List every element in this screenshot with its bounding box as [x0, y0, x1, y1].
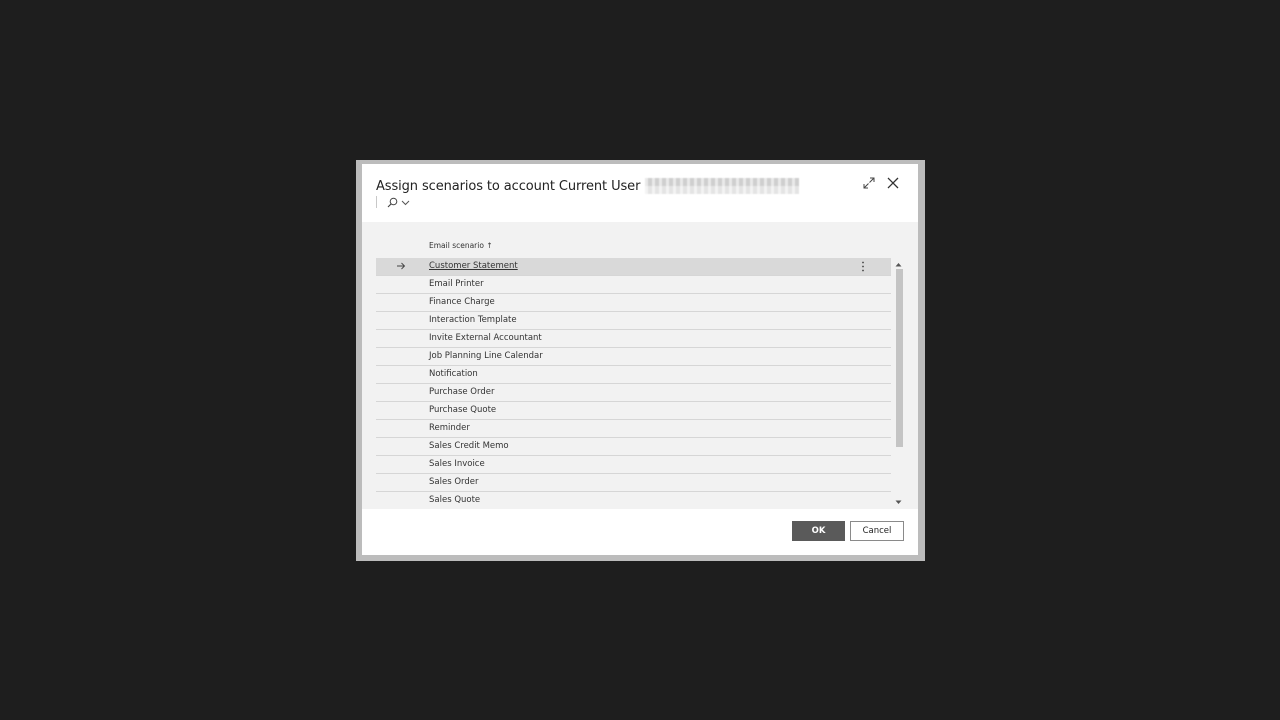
list-item-label: Purchase Quote: [429, 405, 497, 415]
list-item[interactable]: Sales Credit Memo: [376, 438, 891, 456]
dialog-footer: OK Cancel: [362, 509, 918, 555]
list-item[interactable]: Sales Quote: [376, 492, 891, 506]
list-item-label: Sales Quote: [429, 495, 481, 505]
toolbar-divider: [376, 196, 377, 208]
list-item-label[interactable]: Customer Statement: [429, 261, 518, 271]
list-item-label: Finance Charge: [429, 297, 495, 307]
dialog-header-actions: [862, 176, 900, 190]
list-item[interactable]: Reminder: [376, 420, 891, 438]
list-item-label: Notification: [429, 369, 478, 379]
list-item[interactable]: Purchase Quote: [376, 402, 891, 420]
list-item[interactable]: Sales Order: [376, 474, 891, 492]
dialog-header: Assign scenarios to account Current User: [376, 174, 800, 198]
expand-icon[interactable]: [862, 176, 876, 190]
list-item-label: Sales Order: [429, 477, 479, 487]
dialog-frame: Assign scenarios to account Current User: [356, 160, 925, 561]
redacted-email: [645, 178, 800, 194]
scroll-thumb[interactable]: [896, 269, 903, 447]
dialog-title: Assign scenarios to account Current User: [376, 178, 641, 194]
list-item[interactable]: Job Planning Line Calendar: [376, 348, 891, 366]
more-options-icon[interactable]: [860, 261, 866, 272]
scenario-list: Customer Statement Email Printer Finance C…: [376, 258, 891, 506]
close-icon[interactable]: [886, 176, 900, 190]
list-item[interactable]: Finance Charge: [376, 294, 891, 312]
chevron-down-icon: [401, 200, 410, 205]
list-item-label: Purchase Order: [429, 387, 495, 397]
list-item[interactable]: Interaction Template: [376, 312, 891, 330]
list-item-label: Sales Credit Memo: [429, 441, 509, 451]
vertical-scrollbar[interactable]: [893, 260, 904, 506]
list-item-label: Sales Invoice: [429, 459, 485, 469]
list-content: Email scenario ↑ Customer Statement Email…: [362, 222, 918, 509]
list-item[interactable]: Notification: [376, 366, 891, 384]
list-item-label: Invite External Accountant: [429, 333, 542, 343]
scroll-up-arrow[interactable]: [893, 260, 904, 268]
list-item-label: Reminder: [429, 423, 470, 433]
list-item[interactable]: Invite External Accountant: [376, 330, 891, 348]
search-icon: [387, 197, 398, 207]
search-button[interactable]: [387, 197, 410, 208]
column-header-email-scenario[interactable]: Email scenario ↑: [429, 241, 493, 250]
arrow-right-icon: [397, 262, 406, 270]
ok-button[interactable]: OK: [792, 521, 845, 541]
cancel-button[interactable]: Cancel: [850, 521, 904, 541]
list-item[interactable]: Email Printer: [376, 276, 891, 294]
list-item[interactable]: Purchase Order: [376, 384, 891, 402]
assign-scenarios-dialog: Assign scenarios to account Current User: [362, 164, 918, 555]
list-item[interactable]: Sales Invoice: [376, 456, 891, 474]
search-toolbar: [376, 194, 410, 210]
list-item-label: Interaction Template: [429, 315, 517, 325]
list-item-label: Email Printer: [429, 279, 484, 289]
list-item-label: Job Planning Line Calendar: [429, 351, 543, 361]
list-item[interactable]: Customer Statement: [376, 258, 891, 276]
scroll-down-arrow[interactable]: [893, 498, 904, 506]
